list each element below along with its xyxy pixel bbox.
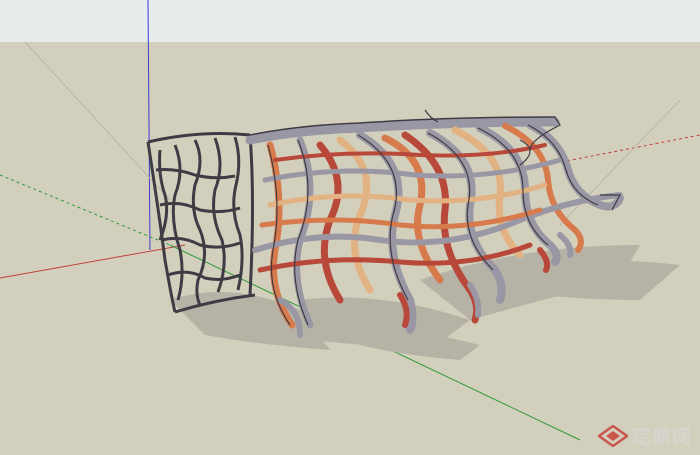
red-axis: [0, 244, 186, 279]
sketchup-viewport[interactable]: 定鼎网: [0, 0, 700, 455]
diamond-logo-icon: [597, 424, 628, 447]
guide-line-2: [559, 99, 681, 226]
model-scene[interactable]: [0, 0, 700, 455]
blue-axis: [147, 0, 151, 251]
green-axis-far: [0, 174, 171, 246]
watermark-text: 定鼎网: [631, 426, 692, 448]
watermark: 定鼎网: [597, 422, 692, 449]
lattice-wall[interactable]: [146, 132, 256, 314]
